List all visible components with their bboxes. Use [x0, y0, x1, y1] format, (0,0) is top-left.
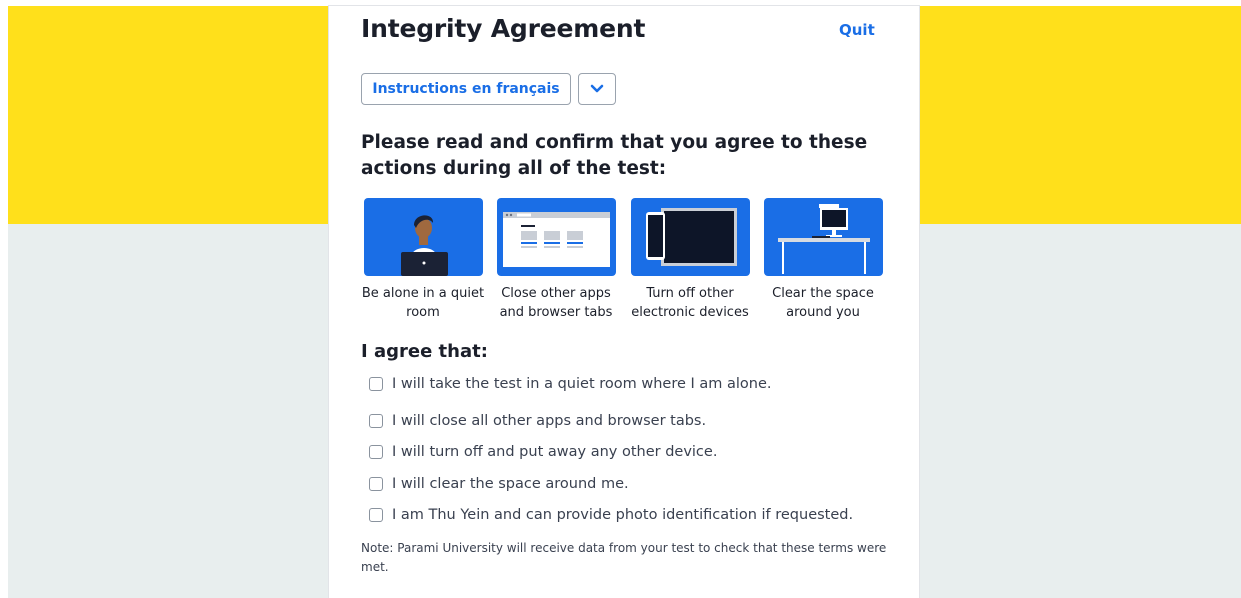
checkbox-label: I will clear the space around me. [392, 476, 629, 492]
page-title: Integrity Agreement [361, 14, 646, 43]
agreement-item-clear-space[interactable]: I will clear the space around me. [369, 472, 629, 496]
intro-text: Please read and confirm that you agree t… [361, 132, 868, 179]
browser-tabs-icon [503, 212, 610, 267]
tile-caption: Be alone in a quiet room [361, 286, 485, 320]
language-button[interactable]: Instructions en français [361, 73, 571, 105]
checkbox-label: I will take the test in a quiet room whe… [392, 376, 772, 392]
person-laptop-icon [401, 215, 448, 276]
checkbox[interactable] [369, 377, 383, 391]
tile-alone: Be alone in a quiet room [362, 198, 484, 322]
quit-link[interactable]: Quit [839, 21, 875, 39]
data-sharing-note: Note: Parami University will receive dat… [361, 541, 887, 574]
tile-clear-space: Clear the space around you [764, 198, 883, 322]
tile-caption: Turn off other electronic devices [631, 286, 749, 320]
checkbox-label: I will turn off and put away any other d… [392, 444, 718, 460]
tile-caption: Close other apps and browser tabs [499, 286, 613, 320]
clear-desk-icon [778, 204, 870, 274]
checkbox[interactable] [369, 445, 383, 459]
checkbox[interactable] [369, 414, 383, 428]
agreement-item-quiet-room[interactable]: I will take the test in a quiet room whe… [369, 372, 772, 396]
agreement-item-close-apps[interactable]: I will close all other apps and browser … [369, 409, 706, 433]
checkbox-label: I am Thu Yein and can provide photo iden… [392, 507, 854, 523]
agreement-card: Integrity Agreement Quit Instructions en… [329, 6, 919, 598]
tile-devices: Turn off other electronic devices [631, 198, 750, 322]
tile-caption: Clear the space around you [772, 286, 874, 320]
agreement-item-identity[interactable]: I am Thu Yein and can provide photo iden… [369, 503, 853, 527]
checkbox[interactable] [369, 508, 383, 522]
checkbox[interactable] [369, 477, 383, 491]
checkbox-label: I will close all other apps and browser … [392, 413, 707, 429]
agreement-item-devices[interactable]: I will turn off and put away any other d… [369, 440, 717, 464]
devices-icon [646, 208, 737, 266]
language-dropdown-button[interactable] [578, 73, 616, 105]
agree-heading: I agree that: [361, 341, 488, 362]
chevron-down-icon [590, 84, 604, 93]
tile-close-apps: Close other apps and browser tabs [497, 198, 616, 322]
